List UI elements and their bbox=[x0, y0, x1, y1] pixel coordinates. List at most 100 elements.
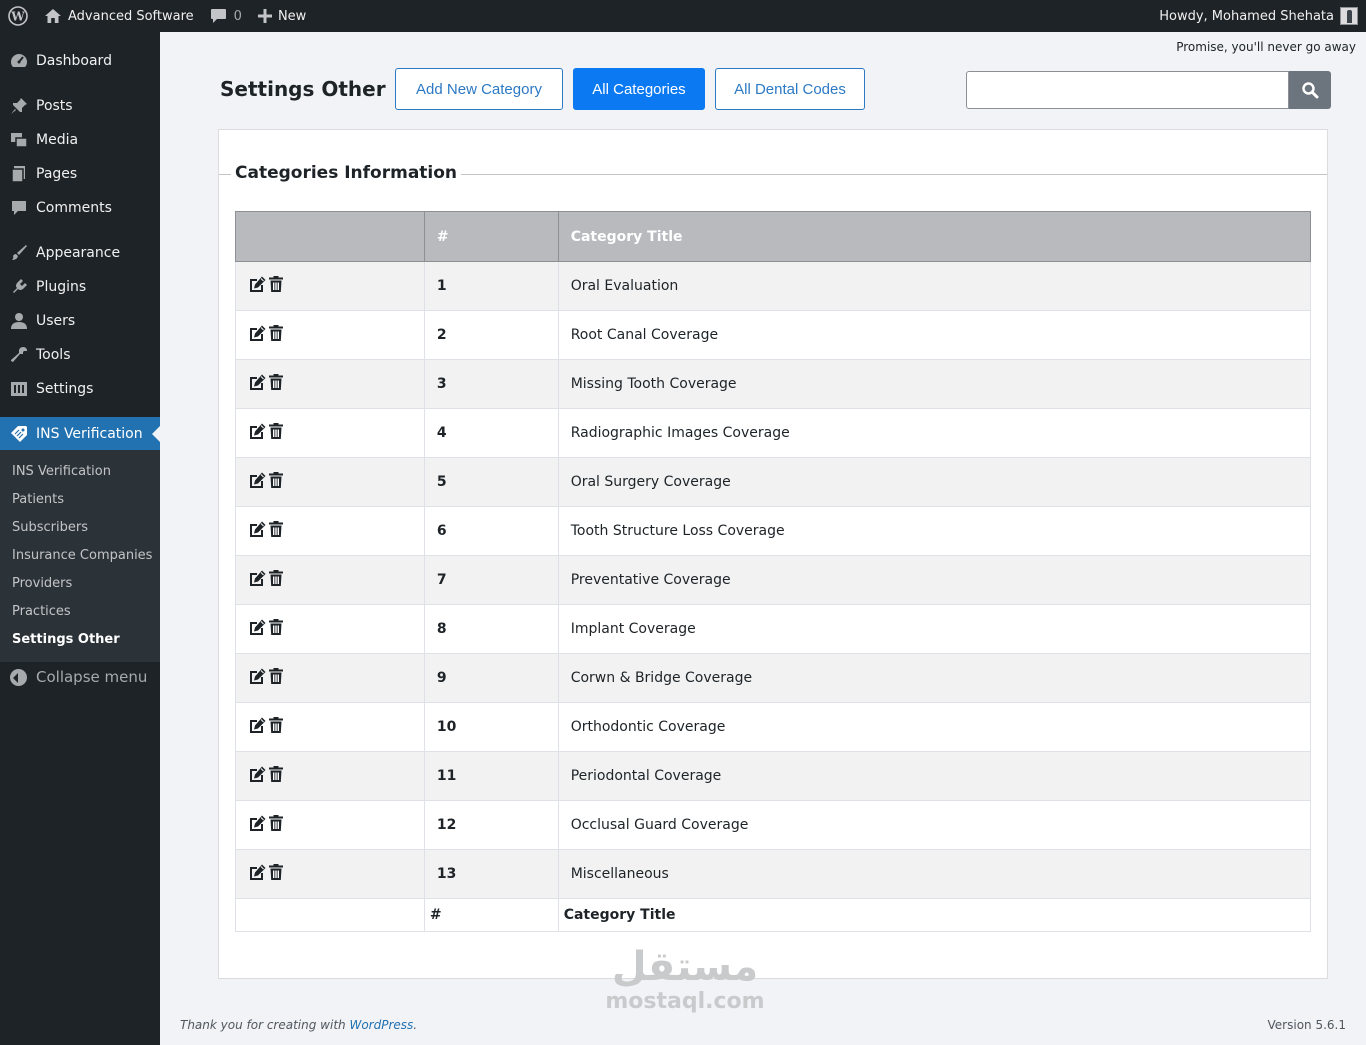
sidebar-item-appearance[interactable]: Appearance bbox=[0, 236, 160, 270]
row-actions-cell bbox=[235, 359, 425, 409]
row-category-title-cell: Oral Evaluation bbox=[557, 261, 1312, 311]
edit-icon[interactable] bbox=[248, 766, 266, 783]
search-input[interactable] bbox=[966, 71, 1289, 109]
submenu-ins-verification[interactable]: INS Verification bbox=[12, 462, 111, 482]
submenu-practices[interactable]: Practices bbox=[12, 602, 71, 622]
sidebar-item-comments[interactable]: Comments bbox=[0, 191, 160, 225]
row-actions-cell bbox=[235, 849, 425, 899]
table-row: 1 Oral Evaluation bbox=[235, 261, 1312, 311]
table-row: 13 Miscellaneous bbox=[235, 849, 1312, 899]
sidebar-item-plugins[interactable]: Plugins bbox=[0, 270, 160, 304]
mostaql-watermark: مستقل mostaql.com bbox=[600, 945, 770, 1015]
delete-icon[interactable] bbox=[269, 864, 283, 880]
submenu-insurance-companies[interactable]: Insurance Companies bbox=[12, 546, 152, 566]
add-new-category-button[interactable]: Add New Category bbox=[395, 68, 563, 110]
edit-icon[interactable] bbox=[248, 717, 266, 734]
delete-icon[interactable] bbox=[269, 423, 283, 439]
categories-table: # Category Title 1 Oral Evaluation 2 Root C… bbox=[235, 211, 1312, 932]
delete-icon[interactable] bbox=[269, 325, 283, 341]
row-category-title-cell: Root Canal Coverage bbox=[557, 310, 1312, 360]
row-number-cell: 9 bbox=[423, 653, 559, 703]
row-category-title-cell: Periodontal Coverage bbox=[557, 751, 1312, 801]
edit-icon[interactable] bbox=[248, 423, 266, 440]
account-menu[interactable]: Howdy, Mohamed Shehata bbox=[1159, 0, 1358, 32]
row-number-cell: 3 bbox=[423, 359, 559, 409]
comments-link[interactable]: 0 bbox=[202, 0, 250, 32]
settings-icon bbox=[10, 380, 28, 398]
table-row: 6 Tooth Structure Loss Coverage bbox=[235, 506, 1312, 556]
column-header-number[interactable]: # bbox=[423, 211, 559, 262]
plugin-icon bbox=[10, 278, 28, 296]
new-content-link[interactable]: New bbox=[250, 0, 314, 32]
footer-version: Version 5.6.1 bbox=[1267, 1018, 1346, 1032]
edit-icon[interactable] bbox=[248, 325, 266, 342]
collapse-menu-button[interactable]: Collapse menu bbox=[10, 668, 147, 686]
table-header-row: # Category Title bbox=[235, 211, 1312, 262]
delete-icon[interactable] bbox=[269, 276, 283, 292]
sidebar-item-ins-verification[interactable]: INS Verification bbox=[0, 417, 160, 451]
edit-icon[interactable] bbox=[248, 668, 266, 685]
comment-icon bbox=[10, 199, 28, 217]
row-actions-cell bbox=[235, 457, 425, 507]
watermark-arabic: مستقل bbox=[611, 944, 759, 990]
collapse-arrow-icon bbox=[10, 668, 27, 686]
comment-bubble-icon bbox=[210, 8, 227, 24]
delete-icon[interactable] bbox=[269, 521, 283, 537]
row-actions-cell bbox=[235, 555, 425, 605]
edit-icon[interactable] bbox=[248, 619, 266, 636]
ins-verification-submenu: INS Verification Patients Subscribers In… bbox=[0, 450, 160, 662]
delete-icon[interactable] bbox=[269, 766, 283, 782]
submenu-subscribers[interactable]: Subscribers bbox=[12, 518, 88, 538]
row-number-cell: 5 bbox=[423, 457, 559, 507]
row-category-title-cell: Implant Coverage bbox=[557, 604, 1312, 654]
footer-thanks: Thank you for creating with WordPress. bbox=[180, 1018, 417, 1032]
delete-icon[interactable] bbox=[269, 668, 283, 684]
sidebar-item-dashboard[interactable]: Dashboard bbox=[0, 44, 160, 78]
all-dental-codes-button[interactable]: All Dental Codes bbox=[715, 68, 865, 110]
delete-icon[interactable] bbox=[269, 717, 283, 733]
delete-icon[interactable] bbox=[269, 570, 283, 586]
row-actions-cell bbox=[235, 653, 425, 703]
column-header-actions bbox=[235, 211, 425, 262]
new-label: New bbox=[277, 8, 307, 24]
collapse-menu-label: Collapse menu bbox=[36, 668, 148, 686]
sidebar-item-tools[interactable]: Tools bbox=[0, 338, 160, 372]
delete-icon[interactable] bbox=[269, 619, 283, 635]
row-category-title-cell: Occlusal Guard Coverage bbox=[557, 800, 1312, 850]
row-category-title-cell: Missing Tooth Coverage bbox=[557, 359, 1312, 409]
edit-icon[interactable] bbox=[248, 864, 266, 881]
sidebar-item-pages[interactable]: Pages bbox=[0, 157, 160, 191]
sidebar-item-posts[interactable]: Posts bbox=[0, 89, 160, 123]
submenu-patients[interactable]: Patients bbox=[12, 490, 64, 510]
search-button[interactable] bbox=[1289, 71, 1331, 109]
avatar bbox=[1340, 7, 1358, 25]
sidebar-item-label: Dashboard bbox=[36, 53, 112, 69]
wordpress-link[interactable]: WordPress bbox=[349, 1018, 413, 1032]
row-actions-cell bbox=[235, 408, 425, 458]
sidebar-item-settings[interactable]: Settings bbox=[0, 372, 160, 406]
edit-icon[interactable] bbox=[248, 815, 266, 832]
sidebar-item-label: Appearance bbox=[36, 245, 121, 261]
delete-icon[interactable] bbox=[269, 472, 283, 488]
all-categories-button[interactable]: All Categories bbox=[573, 68, 705, 110]
row-category-title-cell: Orthodontic Coverage bbox=[557, 702, 1312, 752]
site-name-link[interactable]: Advanced Software bbox=[36, 0, 202, 32]
edit-icon[interactable] bbox=[248, 472, 266, 489]
row-number-cell: 12 bbox=[423, 800, 559, 850]
categories-card: Categories Information # Category Title … bbox=[218, 129, 1328, 979]
delete-icon[interactable] bbox=[269, 374, 283, 390]
edit-icon[interactable] bbox=[248, 570, 266, 587]
column-header-category-title[interactable]: Category Title bbox=[557, 211, 1312, 262]
edit-icon[interactable] bbox=[248, 276, 266, 293]
site-name: Advanced Software bbox=[68, 8, 194, 24]
sidebar-item-users[interactable]: Users bbox=[0, 304, 160, 338]
sidebar-item-media[interactable]: Media bbox=[0, 123, 160, 157]
submenu-providers[interactable]: Providers bbox=[12, 574, 72, 594]
submenu-settings-other[interactable]: Settings Other bbox=[12, 630, 120, 650]
edit-icon[interactable] bbox=[248, 521, 266, 538]
sidebar-item-label: Media bbox=[36, 132, 79, 148]
edit-icon[interactable] bbox=[248, 374, 266, 391]
wordpress-logo-icon[interactable]: W bbox=[0, 0, 36, 32]
delete-icon[interactable] bbox=[269, 815, 283, 831]
row-actions-cell bbox=[235, 751, 425, 801]
